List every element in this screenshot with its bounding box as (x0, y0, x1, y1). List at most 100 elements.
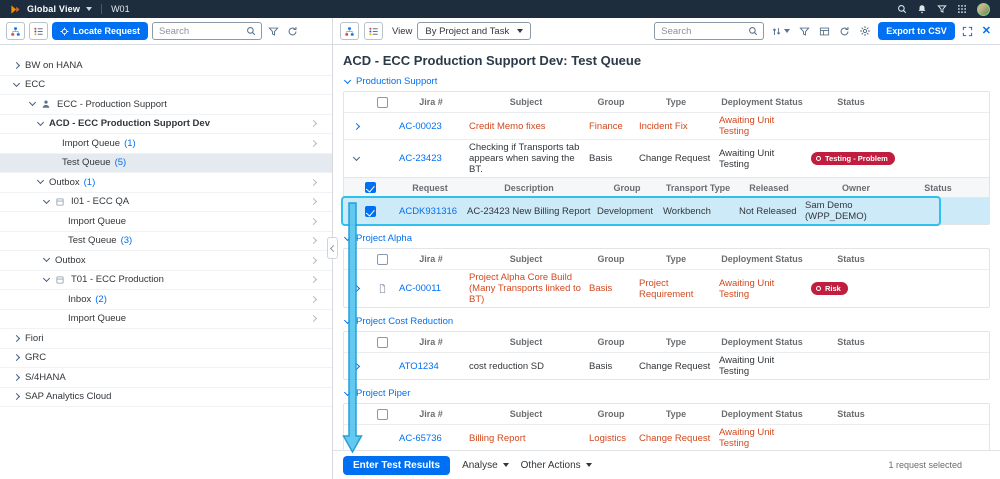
tree-item-s4hana[interactable]: S/4HANA (0, 368, 332, 388)
tree-item-import-queue-i01[interactable]: Import Queue (0, 212, 332, 232)
table-layout-icon[interactable] (817, 26, 832, 37)
collapse-icon[interactable] (28, 99, 37, 107)
select-all-checkbox[interactable] (376, 253, 388, 265)
expand-row-icon[interactable] (352, 434, 360, 442)
collapse-icon[interactable] (42, 274, 51, 282)
search-icon[interactable] (747, 26, 763, 36)
apps-grid-icon[interactable] (957, 4, 967, 14)
chevron-right-icon[interactable] (309, 139, 318, 147)
expand-icon[interactable] (12, 334, 21, 342)
collapse-icon[interactable] (343, 388, 352, 396)
collapse-icon[interactable] (343, 233, 352, 241)
collapse-icon[interactable] (42, 196, 51, 204)
tree-item-fiori[interactable]: Fiori (0, 329, 332, 349)
expand-icon[interactable] (12, 354, 21, 362)
refresh-icon[interactable] (837, 26, 852, 37)
list-view-toggle-button[interactable] (29, 22, 48, 40)
jira-row-ac-65736[interactable]: AC-65736 Billing Report Logistics Change… (344, 424, 989, 450)
chevron-right-icon[interactable] (309, 256, 318, 264)
tree-item-import-queue-acd[interactable]: Import Queue (1) (0, 134, 332, 154)
refresh-icon[interactable] (285, 26, 300, 37)
expand-row-icon[interactable] (352, 362, 360, 370)
chevron-right-icon[interactable] (309, 198, 318, 206)
tree-item-outbox-i01[interactable]: Outbox (0, 251, 332, 271)
jira-link[interactable]: ATO1234 (399, 361, 439, 372)
filter-icon[interactable] (266, 26, 281, 37)
jira-row-ato1234[interactable]: ATO1234 cost reduction SD Basis Change R… (344, 352, 989, 379)
expand-icon[interactable] (12, 373, 21, 381)
tree-search-input[interactable] (153, 24, 246, 38)
chevron-right-icon[interactable] (309, 237, 318, 245)
section-header-project-cost-reduction[interactable]: Project Cost Reduction (343, 316, 990, 327)
chevron-right-icon[interactable] (309, 178, 318, 186)
collapse-icon[interactable] (36, 177, 45, 185)
tree-item-t01-ecc-production[interactable]: T01 - ECC Production (0, 271, 332, 290)
filter-icon[interactable] (797, 26, 812, 37)
fullscreen-expand-icon[interactable] (960, 26, 975, 37)
view-select[interactable]: By Project and Task (417, 22, 532, 40)
user-avatar[interactable] (977, 2, 990, 16)
collapse-icon[interactable] (343, 316, 352, 324)
select-all-checkbox[interactable] (376, 96, 388, 108)
select-all-checkbox[interactable] (376, 336, 388, 348)
collapse-icon[interactable] (343, 76, 352, 84)
jira-row-ac-00011[interactable]: AC-00011 Project Alpha Core Build (Many … (344, 269, 989, 307)
export-csv-button[interactable]: Export to CSV (878, 22, 955, 40)
notifications-bell-icon[interactable] (917, 4, 927, 14)
other-actions-button[interactable]: Other Actions (521, 460, 592, 471)
select-all-checkbox[interactable] (376, 408, 388, 420)
expand-row-icon[interactable] (352, 122, 360, 130)
tree-item-import-queue-t01[interactable]: Import Queue (0, 310, 332, 329)
expand-icon[interactable] (12, 393, 21, 401)
tree-item-sap-analytics-cloud[interactable]: SAP Analytics Cloud (0, 388, 332, 407)
enter-test-results-button[interactable]: Enter Test Results (343, 455, 451, 475)
tree-item-grc[interactable]: GRC (0, 349, 332, 368)
chevron-down-icon[interactable] (86, 7, 93, 11)
tree-item-ecc-production-support[interactable]: ECC - Production Support (0, 95, 332, 115)
jira-link[interactable]: AC-23423 (399, 153, 442, 164)
chevron-right-icon[interactable] (309, 120, 318, 128)
search-icon[interactable] (245, 26, 261, 36)
row-checkbox[interactable] (364, 205, 376, 217)
section-header-production-support[interactable]: Production Support (343, 76, 990, 87)
panel-splitter-handle[interactable] (327, 237, 338, 259)
tree-item-test-queue-acd[interactable]: Test Queue (5) (0, 153, 332, 173)
jira-link[interactable]: AC-65736 (399, 433, 442, 444)
hierarchy-view-toggle-button[interactable] (6, 22, 25, 40)
tree-item-bw-on-hana[interactable]: BW on HANA (0, 56, 332, 76)
chevron-right-icon[interactable] (309, 315, 318, 323)
transport-request-link[interactable]: ACDK931316 (399, 206, 457, 217)
analyse-button[interactable]: Analyse (462, 460, 509, 471)
tree-item-i01-ecc-qa[interactable]: I01 - ECC QA (0, 193, 332, 212)
collapse-icon[interactable] (36, 118, 45, 126)
settings-gear-icon[interactable] (857, 25, 873, 37)
tree-item-inbox-t01[interactable]: Inbox (2) (0, 290, 332, 310)
jira-link[interactable]: AC-00023 (399, 121, 442, 132)
chevron-right-icon[interactable] (309, 276, 318, 284)
tree-item-acd-ecc-production-support-dev[interactable]: ACD - ECC Production Support Dev (0, 115, 332, 134)
locate-request-button[interactable]: Locate Request (52, 22, 149, 40)
section-header-project-alpha[interactable]: Project Alpha (343, 233, 990, 244)
jira-row-ac-00023[interactable]: AC-00023 Credit Memo fixes Finance Incid… (344, 112, 989, 139)
tree-item-outbox-acd[interactable]: Outbox (1) (0, 173, 332, 193)
collapse-icon[interactable] (12, 79, 21, 87)
list-view-toggle-button[interactable] (364, 22, 383, 40)
section-header-project-piper[interactable]: Project Piper (343, 388, 990, 399)
global-view-menu[interactable]: Global View (27, 4, 80, 14)
chevron-right-icon[interactable] (309, 217, 318, 225)
sort-icon[interactable] (769, 26, 792, 37)
search-icon[interactable] (897, 4, 907, 14)
transport-row-acdk931316[interactable]: ACDK931316 AC-23423 New Billing Report D… (341, 196, 989, 226)
collapse-icon[interactable] (42, 255, 51, 263)
jira-link[interactable]: AC-00011 (399, 283, 441, 294)
queue-search-input[interactable] (655, 24, 748, 38)
expand-icon[interactable] (12, 61, 21, 69)
expand-row-icon[interactable] (352, 284, 360, 293)
chevron-right-icon[interactable] (309, 295, 318, 303)
close-icon[interactable]: ✕ (980, 25, 993, 37)
tree-item-ecc[interactable]: ECC (0, 76, 332, 95)
transport-select-all-checkbox[interactable] (364, 182, 376, 193)
collapse-row-icon[interactable] (352, 153, 360, 161)
filter-icon[interactable] (937, 4, 947, 14)
hierarchy-view-toggle-button[interactable] (340, 22, 359, 40)
